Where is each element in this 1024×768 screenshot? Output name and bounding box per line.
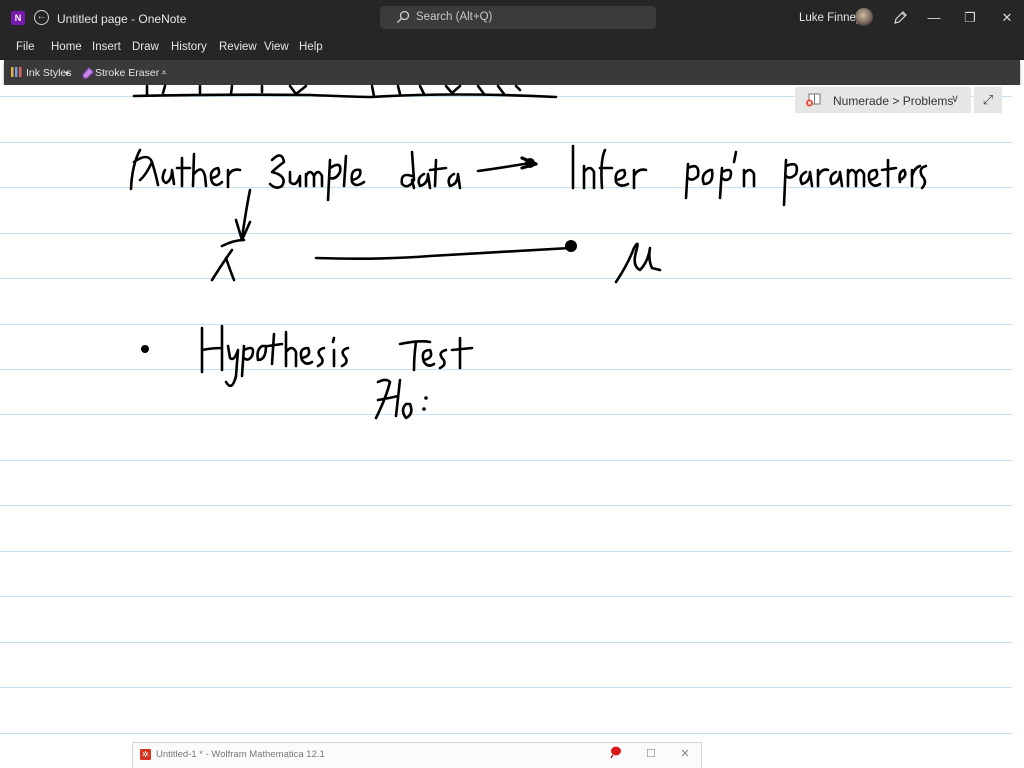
rule-line <box>0 414 1012 415</box>
menu-help[interactable]: Help <box>299 41 323 53</box>
rule-line <box>0 142 1012 143</box>
rule-line <box>0 733 1012 734</box>
back-button[interactable]: ← <box>34 10 49 25</box>
rule-line <box>0 233 1012 234</box>
red-balloon-icon <box>610 746 621 759</box>
user-name[interactable]: Luke Finney <box>799 12 862 24</box>
maximize-button[interactable]: ☐ <box>643 746 659 762</box>
eraser-icon <box>82 67 94 79</box>
search-placeholder: Search (Alt+Q) <box>416 11 493 23</box>
notebook-section-picker[interactable]: Numerade > Problems ∨ <box>795 87 971 113</box>
pen-icon[interactable] <box>892 10 908 26</box>
rule-line <box>0 278 1012 279</box>
draw-toolbar: Ink Styles ▾ Stroke Eraser ⩡ <box>4 60 1020 85</box>
title-bar: N ← Untitled page - OneNote Search (Alt+… <box>0 0 1024 36</box>
notebook-path: Numerade > Problems <box>833 94 954 108</box>
menu-view[interactable]: View <box>264 41 289 53</box>
restore-button[interactable]: ❐ <box>960 8 980 28</box>
minimize-button[interactable]: — <box>924 8 944 28</box>
avatar[interactable] <box>855 8 873 26</box>
mathematica-logo-icon: ✲ <box>140 749 151 760</box>
menu-home[interactable]: Home <box>51 41 82 53</box>
rule-line <box>0 324 1012 325</box>
search-input[interactable]: Search (Alt+Q) <box>380 6 656 29</box>
menu-file[interactable]: File <box>16 41 35 53</box>
close-button[interactable]: ✕ <box>997 8 1017 28</box>
rule-line <box>0 369 1012 370</box>
rule-line <box>0 687 1012 688</box>
ink-styles-icon <box>11 67 22 77</box>
rule-line <box>0 460 1012 461</box>
rule-line <box>0 505 1012 506</box>
menu-history[interactable]: History <box>171 41 207 53</box>
onenote-logo-icon: N <box>11 11 25 25</box>
rule-line <box>0 187 1012 188</box>
search-icon <box>397 10 410 23</box>
close-button[interactable]: ✕ <box>677 746 693 762</box>
mathematica-window[interactable]: ✲ Untitled-1 * - Wolfram Mathematica 12.… <box>132 742 702 768</box>
rule-line <box>0 642 1012 643</box>
expand-icon[interactable]: ⤢ <box>974 87 1002 113</box>
rule-line <box>0 596 1012 597</box>
menu-bar: File Home Insert Draw History Review Vie… <box>0 36 1024 93</box>
rule-line <box>0 551 1012 552</box>
toolbar-overflow-button[interactable]: ⩡ <box>161 67 167 80</box>
window-title: Untitled page - OneNote <box>57 12 187 26</box>
menu-review[interactable]: Review <box>219 41 257 53</box>
note-canvas[interactable] <box>0 85 1024 768</box>
menu-insert[interactable]: Insert <box>92 41 121 53</box>
chevron-down-icon[interactable]: ∨ <box>951 92 959 105</box>
stroke-eraser-button[interactable]: Stroke Eraser <box>95 67 159 79</box>
chevron-down-icon[interactable]: ▾ <box>65 69 69 78</box>
menu-draw[interactable]: Draw <box>132 41 159 53</box>
notebook-sync-error-icon <box>806 93 821 107</box>
mathematica-window-title: Untitled-1 * - Wolfram Mathematica 12.1 <box>156 749 325 760</box>
